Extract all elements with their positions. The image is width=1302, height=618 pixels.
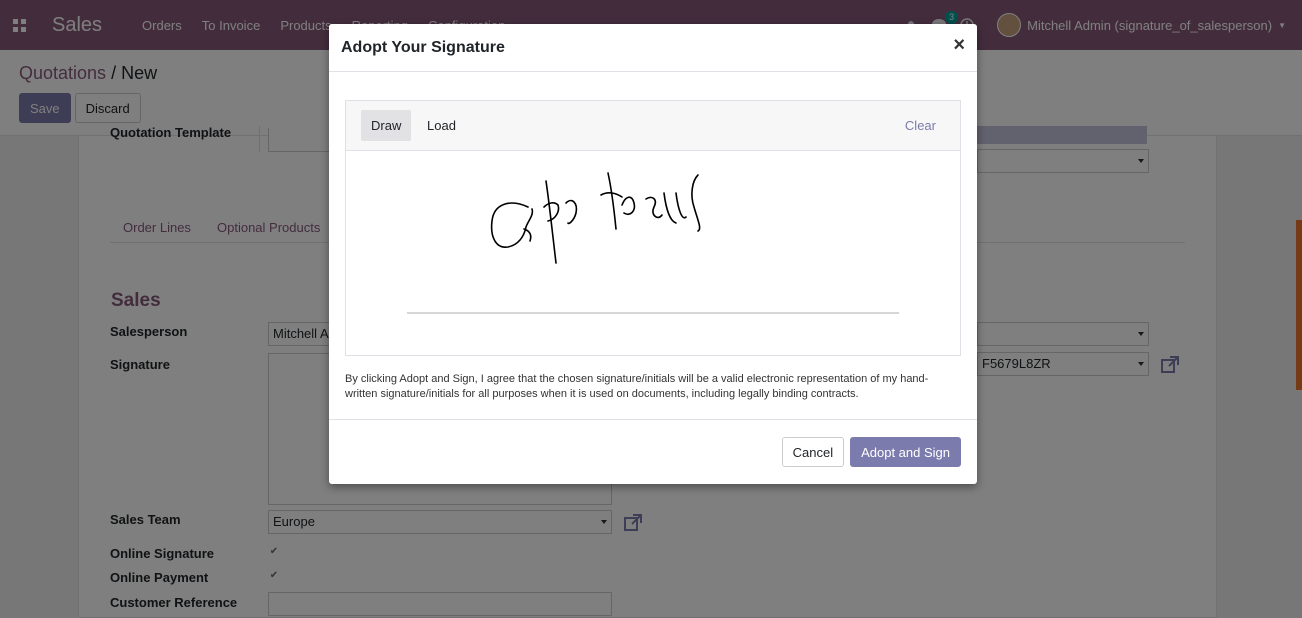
modal-footer: Cancel Adopt and Sign xyxy=(329,419,977,484)
signature-toolbar: Draw Load Clear xyxy=(346,101,960,151)
modal-header: Adopt Your Signature × xyxy=(329,24,977,72)
clear-button[interactable]: Clear xyxy=(905,118,936,133)
adopt-and-sign-button[interactable]: Adopt and Sign xyxy=(850,437,961,467)
legal-disclaimer: By clicking Adopt and Sign, I agree that… xyxy=(345,373,929,400)
adopt-signature-dialog: Adopt Your Signature × Draw Load Clear B… xyxy=(329,24,977,484)
signature-pad: Draw Load Clear xyxy=(345,100,961,356)
tab-load[interactable]: Load xyxy=(417,110,466,141)
modal-title: Adopt Your Signature xyxy=(341,39,505,56)
cancel-button[interactable]: Cancel xyxy=(781,437,845,467)
handwritten-signature xyxy=(490,172,701,264)
tab-draw[interactable]: Draw xyxy=(361,110,412,141)
signature-canvas[interactable] xyxy=(346,151,960,355)
close-icon[interactable]: × xyxy=(953,35,965,55)
